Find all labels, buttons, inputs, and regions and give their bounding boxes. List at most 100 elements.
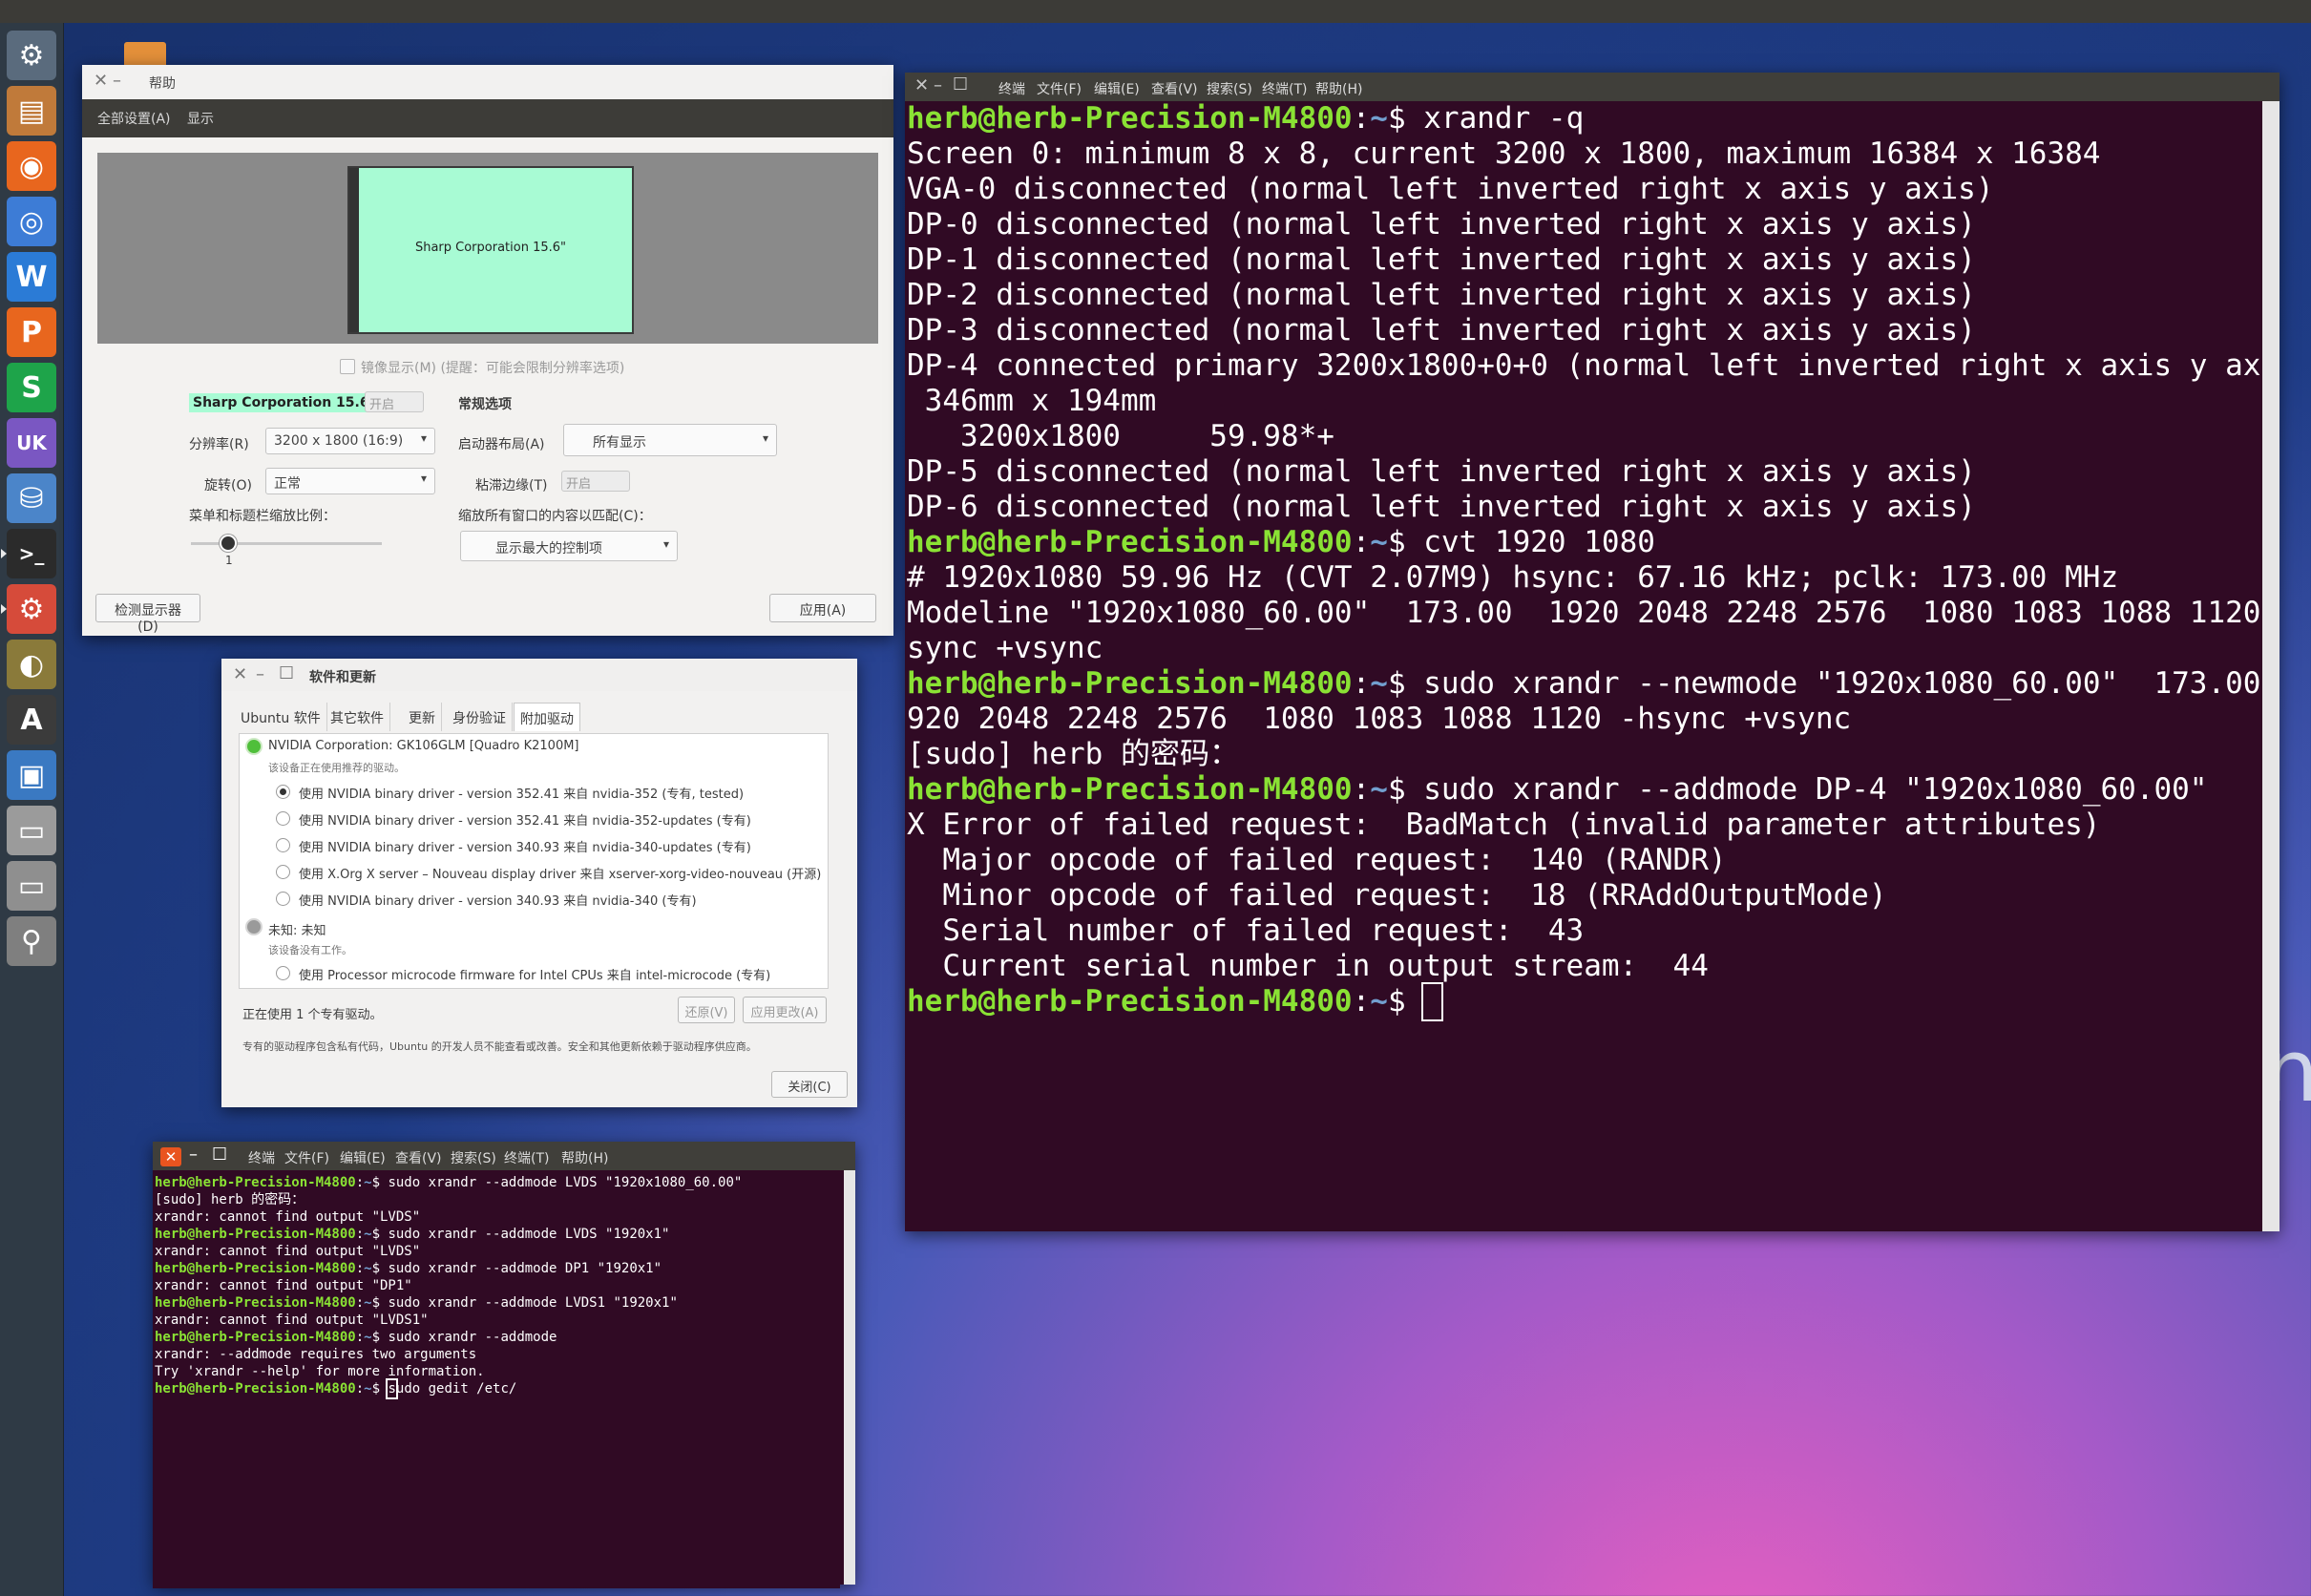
apply-button[interactable]: 应用(A) (769, 594, 876, 622)
driver-radio[interactable] (276, 892, 290, 906)
menu-item[interactable]: 终端(T) (1262, 79, 1307, 98)
wps-presentation-icon[interactable]: P (7, 307, 56, 357)
close-icon[interactable]: ✕ (160, 1147, 181, 1166)
usb-icon[interactable]: ⚲ (7, 916, 56, 966)
prompt-dollar: $ (371, 1381, 389, 1396)
all-settings-button[interactable]: 全部设置(A) (97, 109, 171, 128)
driver-radio[interactable] (276, 838, 290, 852)
prompt-dollar: $ (371, 1175, 389, 1190)
drive-icon[interactable]: ▭ (7, 806, 56, 855)
maximize-icon[interactable]: ☐ (212, 1146, 227, 1164)
firefox-icon[interactable]: ◉ (7, 141, 56, 191)
scale-all-combo[interactable]: 显示最大的控制项 ▾ (460, 531, 678, 561)
terminal-line: xrandr: cannot find output "LVDS" (155, 1243, 840, 1260)
minimize-icon[interactable]: – (189, 1146, 198, 1164)
tab-2[interactable]: 更新 (403, 703, 442, 731)
rotation-combo[interactable]: 正常 ▾ (265, 468, 435, 494)
terminal-line: herb@herb-Precision-M4800:~$ sudo xrandr… (907, 666, 2264, 702)
menu-item[interactable]: 文件(F) (1037, 79, 1082, 98)
terminal-line: DP-3 disconnected (normal left inverted … (907, 313, 2264, 348)
command-text: sudo xrandr --addmode LVDS1 "1920x1" (388, 1295, 678, 1311)
system-settings-icon[interactable]: ⚙ (7, 584, 56, 634)
monitor-on-toggle[interactable]: 开启 (365, 391, 424, 412)
terminal-line: DP-0 disconnected (normal left inverted … (907, 207, 2264, 242)
terminal-line: DP-2 disconnected (normal left inverted … (907, 278, 2264, 313)
close-icon[interactable]: ✕ (233, 666, 247, 683)
keyboard-layout-icon[interactable]: UK (7, 418, 56, 468)
output-text: xrandr: cannot find output "LVDS" (155, 1244, 421, 1259)
software-updater-icon[interactable]: A (7, 695, 56, 745)
scrollbar[interactable] (844, 1170, 855, 1585)
scrollbar[interactable] (2262, 101, 2279, 1231)
terminal-line: xrandr: cannot find output "LVDS1" (155, 1312, 840, 1329)
text-cursor (1421, 982, 1443, 1021)
resolution-combo[interactable]: 3200 x 1800 (16:9) ▾ (265, 428, 435, 454)
prompt-path: ~ (1370, 984, 1388, 1018)
minimize-icon[interactable]: – (934, 77, 942, 94)
driver-option: 使用 NVIDIA binary driver - version 352.41… (299, 814, 751, 829)
apply-changes-button[interactable]: 应用更改(A) (743, 997, 827, 1023)
menu-item[interactable]: 查看(V) (1151, 79, 1198, 98)
driver-radio[interactable] (276, 865, 290, 879)
terminal-line: herb@herb-Precision-M4800:~$ sudo xrandr… (155, 1174, 840, 1191)
terminal-window-large: ✕ – ☐ 终端 文件(F) 编辑(E) 查看(V) 搜索(S) 终端(T) 帮助(H) h… (905, 73, 2279, 1231)
tab-1[interactable]: 其它软件 (325, 703, 390, 731)
scale-slider-knob[interactable] (220, 535, 237, 552)
terminal-window-small: ✕ – ☐ 终端 文件(F) 编辑(E) 查看(V) 搜索(S) 终端(T) 帮助(H) h… (153, 1142, 855, 1588)
terminal-line: [sudo] herb 的密码： (907, 737, 2264, 772)
sticky-edges-toggle[interactable]: 开启 (561, 471, 630, 492)
display-icon[interactable]: ▣ (7, 750, 56, 800)
terminal-icon[interactable]: >_ (7, 529, 56, 578)
driver-radio[interactable] (276, 966, 290, 980)
dash-icon[interactable]: ⚙ (7, 31, 56, 80)
shotwell-icon[interactable]: ◐ (7, 640, 56, 689)
backup-icon[interactable]: ⛁ (7, 473, 56, 523)
revert-button[interactable]: 还原(V) (678, 997, 735, 1023)
monitor-preview[interactable]: Sharp Corporation 15.6" (347, 166, 634, 334)
prompt-colon: : (1352, 984, 1371, 1018)
prompt-dollar: $ (1387, 772, 1424, 807)
menu-item[interactable]: 文件(F) (284, 1148, 329, 1167)
chromium-icon[interactable]: ◎ (7, 197, 56, 246)
mirror-checkbox[interactable] (340, 359, 355, 374)
wps-spreadsheet-icon[interactable]: S (7, 363, 56, 412)
menu-item[interactable]: 帮助(H) (561, 1148, 608, 1167)
maximize-icon[interactable]: ☐ (279, 665, 294, 682)
menu-item[interactable]: 终端 (248, 1148, 275, 1167)
terminal-output[interactable]: herb@herb-Precision-M4800:~$ sudo xrandr… (153, 1170, 840, 1588)
driver-radio[interactable] (276, 811, 290, 826)
display-breadcrumb[interactable]: 显示 (187, 109, 214, 128)
minimize-icon[interactable]: – (256, 666, 264, 683)
menu-item[interactable]: 终端(T) (504, 1148, 549, 1167)
tab-4[interactable]: 附加驱动 (514, 703, 580, 731)
detect-displays-button[interactable]: 检测显示器(D) (95, 594, 200, 635)
menu-item[interactable]: 搜索(S) (451, 1148, 496, 1167)
close-icon[interactable]: ✕ (94, 73, 108, 90)
running-indicator (1, 549, 7, 558)
tab-0[interactable]: Ubuntu 软件 (235, 703, 327, 731)
menu-item[interactable]: 查看(V) (395, 1148, 442, 1167)
launcher-layout-combo[interactable]: 所有显示 ▾ (563, 424, 777, 456)
output-text: xrandr: --addmode requires two arguments (155, 1347, 477, 1362)
menu-item[interactable]: 搜索(S) (1207, 79, 1252, 98)
terminal-output[interactable]: herb@herb-Precision-M4800:~$ xrandr -q Sc… (905, 101, 2264, 1231)
drive2-icon[interactable]: ▭ (7, 861, 56, 911)
chevron-down-icon: ▾ (420, 431, 427, 445)
files-icon[interactable]: ▤ (7, 86, 56, 136)
wps-writer-icon[interactable]: W (7, 252, 56, 302)
command-text: cvt 1920 1080 (1423, 525, 1655, 559)
menu-item[interactable]: 帮助(H) (1315, 79, 1362, 98)
close-icon[interactable]: ✕ (914, 77, 929, 94)
close-button[interactable]: 关闭(C) (771, 1071, 848, 1098)
terminal-line: xrandr: cannot find output "LVDS" (155, 1208, 840, 1226)
minimize-icon[interactable]: – (113, 73, 121, 90)
menu-item[interactable]: 终端 (998, 79, 1025, 98)
menu-item[interactable]: 编辑(E) (340, 1148, 386, 1167)
scale-value: 1 (225, 554, 233, 567)
driver-option: 使用 X.Org X server – Nouveau display driv… (299, 868, 822, 882)
tab-3[interactable]: 身份验证 (447, 703, 513, 731)
menu-item[interactable]: 编辑(E) (1094, 79, 1140, 98)
maximize-icon[interactable]: ☐ (953, 76, 968, 94)
driver-radio[interactable] (276, 785, 290, 799)
terminal-line: herb@herb-Precision-M4800:~$ xrandr -q (907, 101, 2264, 136)
